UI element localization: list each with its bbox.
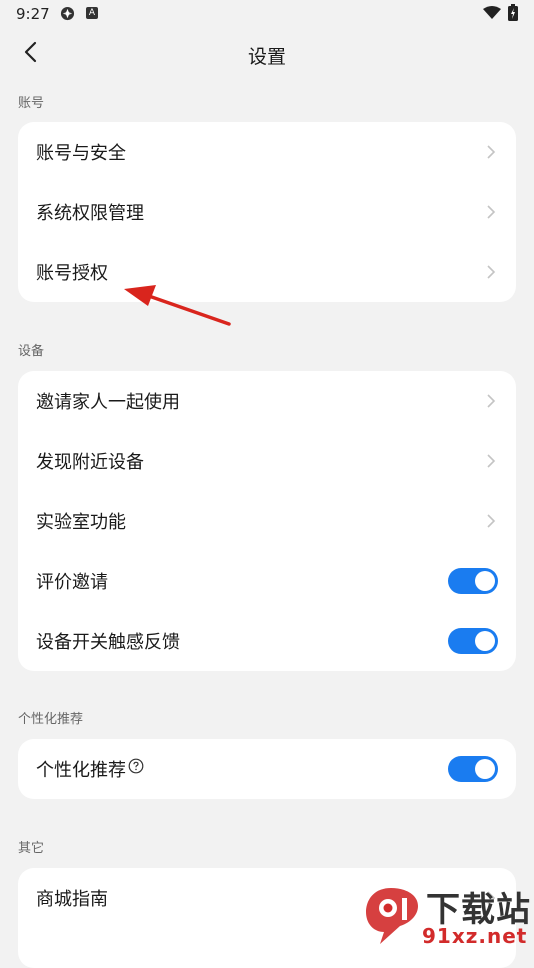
watermark: 下载站 91xz.net [360,880,534,950]
settings-row-rating-invite: 评价邀请 [18,551,516,611]
chevron-right-icon [487,205,496,219]
row-label: 系统权限管理 [36,203,144,224]
row-label-text: 个性化推荐 [36,760,126,781]
account-settings-card: 账号与安全 系统权限管理 账号授权 [18,122,516,302]
chevron-right-icon [487,265,496,279]
row-label: 个性化推荐 [36,756,144,782]
personalization-settings-card: 个性化推荐 [18,739,516,799]
a-notification-icon: A [86,7,98,19]
settings-row-haptic-feedback: 设备开关触感反馈 [18,611,516,671]
device-settings-card: 邀请家人一起使用 发现附近设备 实验室功能 评价邀请 设备开关触感反馈 [18,371,516,671]
toggle-knob [475,759,495,779]
page-title: 设置 [247,46,286,68]
settings-row-personalized-recommendation: 个性化推荐 [18,739,516,799]
haptic-feedback-toggle[interactable] [448,628,498,654]
toggle-knob [475,571,495,591]
settings-row-account-authorization[interactable]: 账号授权 [18,242,516,302]
row-label: 商城指南 [36,889,108,910]
section-label-device: 设备 [18,344,45,359]
question-circle-icon[interactable] [128,758,144,774]
section-label-personalization: 个性化推荐 [18,712,84,727]
settings-row-system-permissions[interactable]: 系统权限管理 [18,182,516,242]
chevron-right-icon [487,454,496,468]
settings-row-invite-family[interactable]: 邀请家人一起使用 [18,371,516,431]
watermark-domain: 91xz.net [422,924,528,948]
rating-invite-toggle[interactable] [448,568,498,594]
settings-row-lab-features[interactable]: 实验室功能 [18,491,516,551]
settings-row-nearby-devices[interactable]: 发现附近设备 [18,431,516,491]
app-header: 设置 [0,30,534,76]
personalized-recommendation-toggle[interactable] [448,756,498,782]
section-label-account: 账号 [18,96,45,111]
row-label: 设备开关触感反馈 [36,632,180,653]
status-time: 9:27 [16,5,50,23]
watermark-logo-icon [366,888,418,944]
battery-charging-icon [508,4,518,21]
toggle-knob [475,631,495,651]
status-bar: 9:27 A [0,0,534,28]
row-label: 账号与安全 [36,143,126,164]
chevron-right-icon [487,145,496,159]
app-notification-icon [60,6,75,21]
settings-row-account-security[interactable]: 账号与安全 [18,122,516,182]
row-label: 评价邀请 [36,572,108,593]
chevron-right-icon [487,394,496,408]
wifi-icon [483,6,501,19]
row-label: 发现附近设备 [36,452,144,473]
row-label: 账号授权 [36,263,108,284]
chevron-right-icon [487,514,496,528]
row-label: 邀请家人一起使用 [36,392,180,413]
row-label: 实验室功能 [36,512,126,533]
section-label-other: 其它 [18,841,45,856]
